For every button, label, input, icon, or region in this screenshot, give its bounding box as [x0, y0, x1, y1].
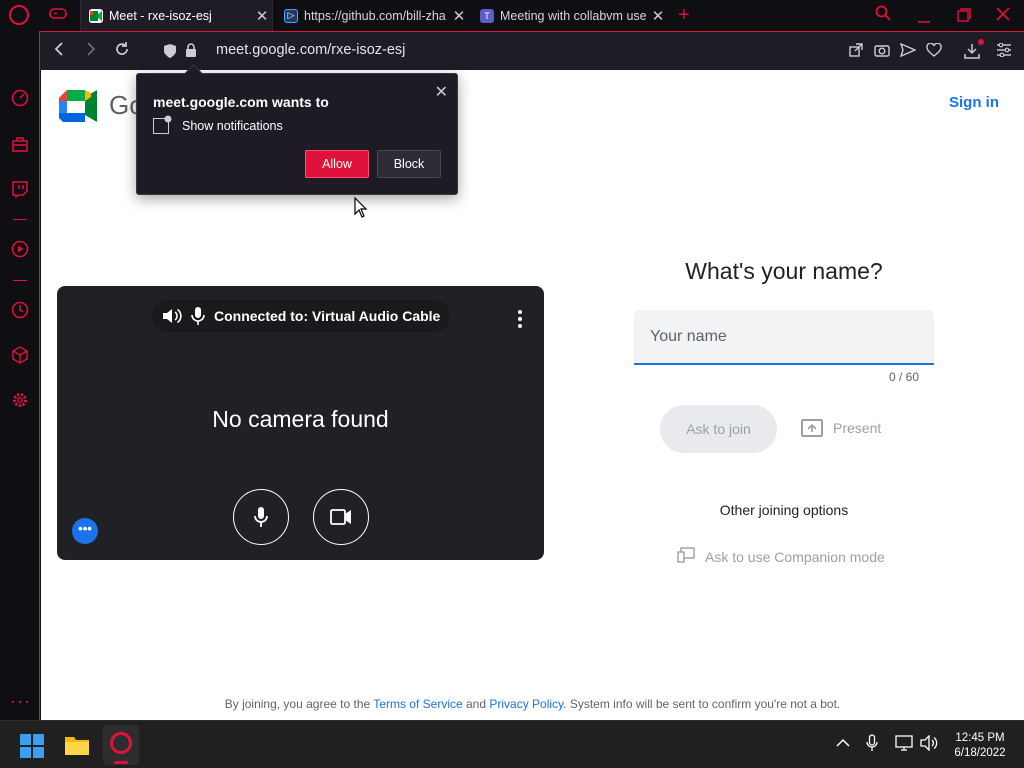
ask-to-join-button[interactable]: Ask to join — [660, 405, 777, 453]
opera-menu-icon[interactable] — [9, 5, 29, 25]
clock-date: 6/18/2022 — [954, 747, 1006, 759]
allow-button[interactable]: Allow — [305, 150, 369, 178]
download-badge — [978, 39, 984, 45]
camera-snapshot-icon[interactable] — [874, 43, 890, 59]
name-input[interactable] — [634, 310, 934, 363]
speaker-icon — [162, 306, 182, 326]
audio-device-pill[interactable]: Connected to: Virtual Audio Cable — [152, 300, 451, 332]
close-window-icon[interactable] — [996, 7, 1010, 25]
present-label: Present — [833, 420, 882, 436]
present-screen-icon — [801, 419, 823, 437]
tab-meet[interactable]: Meet - rxe-isoz-esj ✕ — [80, 0, 273, 31]
reload-icon[interactable] — [114, 41, 130, 62]
active-indicator — [114, 761, 128, 764]
terms-of-service-link[interactable]: Terms of Service — [373, 697, 462, 711]
restore-icon[interactable] — [957, 8, 971, 26]
easy-setup-icon[interactable] — [996, 42, 1012, 59]
player-icon[interactable] — [10, 240, 30, 260]
meet-favicon-icon — [89, 8, 103, 23]
tab-title: Meet - rxe-isoz-esj — [109, 8, 212, 23]
volume-icon[interactable] — [920, 734, 938, 754]
close-popup-icon[interactable]: ✕ — [435, 82, 448, 102]
more-icon[interactable]: ··· — [10, 691, 31, 712]
opera-icon — [110, 732, 132, 754]
vpn-shield-icon[interactable] — [162, 43, 178, 59]
back-icon[interactable] — [52, 41, 66, 62]
visual-effects-button[interactable]: ••• — [72, 518, 98, 544]
address-bar: meet.google.com/rxe-isoz-esj — [40, 31, 1024, 70]
sign-in-link[interactable]: Sign in — [949, 94, 999, 111]
extensions-bag-icon[interactable] — [10, 135, 30, 155]
sidebar: ··· — [0, 31, 40, 720]
lock-icon[interactable] — [183, 43, 199, 59]
footer-prefix: By joining, you agree to the — [224, 697, 371, 711]
new-tab-icon[interactable]: + — [678, 4, 690, 27]
cube-icon[interactable] — [10, 346, 30, 366]
popup-title: meet.google.com wants to — [153, 94, 329, 110]
terms-footer: By joining, you agree to the Terms of Se… — [41, 697, 1024, 711]
tab-title: https://github.com/bill-zha — [304, 8, 446, 23]
audio-status-text: Connected to: Virtual Audio Cable — [214, 308, 441, 324]
sidebar-divider — [13, 219, 27, 220]
gamepad-icon[interactable] — [48, 6, 68, 24]
speed-dial-icon[interactable] — [10, 89, 30, 109]
settings-gear-icon[interactable] — [10, 391, 30, 411]
google-meet-logo-icon — [59, 90, 97, 122]
microphone-icon — [188, 306, 208, 326]
opera-taskbar-button[interactable] — [103, 725, 139, 765]
teams-favicon-icon: T — [480, 8, 494, 23]
companion-label: Ask to use Companion mode — [705, 548, 885, 565]
permission-row: Show notifications — [153, 115, 283, 134]
close-tab-icon[interactable]: ✕ — [252, 7, 272, 25]
notification-bell-icon — [153, 115, 172, 134]
present-button[interactable]: Present — [801, 419, 881, 437]
more-options-icon[interactable] — [518, 310, 522, 331]
url-field[interactable]: meet.google.com/rxe-isoz-esj — [216, 42, 405, 58]
no-camera-message: No camera found — [212, 406, 389, 432]
file-explorer-icon[interactable] — [64, 734, 90, 756]
play-favicon-icon: ▷ — [284, 8, 298, 23]
video-preview: Connected to: Virtual Audio Cable No cam… — [57, 286, 544, 560]
send-icon[interactable] — [899, 42, 917, 59]
camera-toggle-button[interactable] — [313, 489, 369, 545]
notification-permission-popup: meet.google.com wants to ✕ Show notifica… — [136, 73, 458, 195]
other-joining-options-heading: Other joining options — [719, 502, 849, 518]
taskbar: 12:45 PM 6/18/2022 — [0, 720, 1024, 768]
search-tabs-icon[interactable] — [875, 5, 891, 25]
tab-github[interactable]: ▷ https://github.com/bill-zha ✕ — [276, 0, 469, 31]
tab-title: Meeting with collabvm use — [500, 8, 647, 23]
heart-icon[interactable] — [926, 42, 942, 59]
sidebar-divider — [13, 280, 27, 281]
name-heading: What's your name? — [685, 258, 883, 284]
tab-teams[interactable]: T Meeting with collabvm use ✕ — [472, 0, 668, 31]
minimize-icon[interactable] — [917, 10, 931, 27]
network-icon[interactable] — [895, 735, 913, 754]
tab-bar: Meet - rxe-isoz-esj ✕ ▷ https://github.c… — [0, 0, 1024, 31]
footer-and: and — [466, 697, 487, 711]
mouse-cursor-icon — [354, 196, 368, 219]
block-button[interactable]: Block — [377, 150, 441, 178]
microphone-toggle-button[interactable] — [233, 489, 289, 545]
show-hidden-icons-icon[interactable] — [836, 735, 850, 751]
close-tab-icon[interactable]: ✕ — [648, 7, 668, 25]
permission-label: Show notifications — [182, 119, 283, 133]
footer-suffix: . System info will be sent to confirm yo… — [563, 697, 841, 711]
forward-icon[interactable] — [84, 41, 98, 62]
clock-time: 12:45 PM — [955, 732, 1005, 744]
name-input-container — [634, 310, 934, 365]
companion-mode-button[interactable]: Ask to use Companion mode — [677, 547, 885, 566]
close-tab-icon[interactable]: ✕ — [449, 7, 469, 25]
history-icon[interactable] — [10, 301, 30, 321]
microphone-tray-icon[interactable] — [866, 734, 878, 755]
twitch-icon[interactable] — [10, 180, 30, 200]
share-icon[interactable] — [848, 43, 864, 59]
downloads-icon[interactable] — [964, 43, 980, 59]
companion-device-icon — [677, 547, 695, 566]
name-character-counter: 0 / 60 — [888, 370, 919, 384]
windows-start-icon[interactable] — [20, 734, 44, 758]
privacy-policy-link[interactable]: Privacy Policy — [489, 697, 563, 711]
system-clock[interactable]: 12:45 PM 6/18/2022 — [948, 731, 1012, 761]
